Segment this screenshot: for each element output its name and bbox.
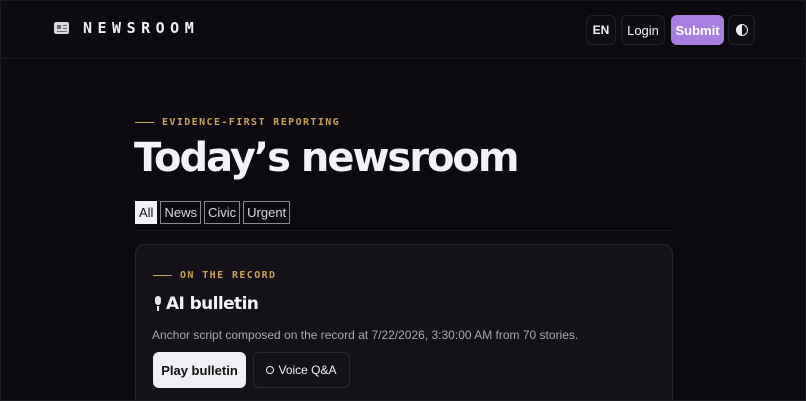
- section-divider: [135, 230, 673, 231]
- newspaper-icon: [54, 22, 69, 34]
- brand[interactable]: NEWSROOM: [54, 19, 199, 37]
- theme-toggle-button[interactable]: [728, 15, 755, 45]
- play-bulletin-button[interactable]: Play bulletin: [153, 352, 246, 388]
- bulletin-kicker: ON THE RECORD: [153, 270, 276, 281]
- app-window: NEWSROOM EN Login Submit EVIDENCE-FIRST …: [0, 0, 806, 401]
- top-header: NEWSROOM EN Login Submit: [1, 1, 805, 59]
- page-title: Today’s newsroom: [134, 135, 520, 181]
- bulletin-kicker-text: ON THE RECORD: [180, 270, 277, 281]
- filter-news[interactable]: News: [160, 201, 201, 224]
- filter-civic[interactable]: Civic: [203, 201, 241, 224]
- brand-name: NEWSROOM: [83, 19, 200, 37]
- filter-all[interactable]: All: [135, 201, 158, 224]
- hero-kicker-text: EVIDENCE-FIRST REPORTING: [162, 117, 341, 128]
- voice-qa-button[interactable]: Voice Q&A: [253, 352, 350, 388]
- hero-kicker: EVIDENCE-FIRST REPORTING: [135, 117, 340, 128]
- bulletin-card: ON THE RECORD AI bulletin Anchor script …: [135, 244, 673, 400]
- language-button[interactable]: EN: [586, 15, 616, 45]
- gear-icon: [266, 366, 275, 374]
- bulletin-title-text: AI bulletin: [166, 294, 259, 314]
- contrast-icon: [735, 24, 748, 36]
- kicker-rule: [153, 275, 172, 276]
- bulletin-description: Anchor script composed on the record at …: [152, 328, 579, 342]
- login-button[interactable]: Login: [621, 15, 665, 45]
- voice-qa-label: Voice Q&A: [278, 363, 337, 377]
- submit-button[interactable]: Submit: [671, 15, 724, 45]
- bulletin-title: AI bulletin: [152, 294, 259, 314]
- microphone-icon: [152, 295, 164, 313]
- filter-bar: All News Civic Urgent: [135, 201, 293, 224]
- filter-urgent[interactable]: Urgent: [243, 201, 291, 224]
- kicker-rule: [135, 122, 154, 123]
